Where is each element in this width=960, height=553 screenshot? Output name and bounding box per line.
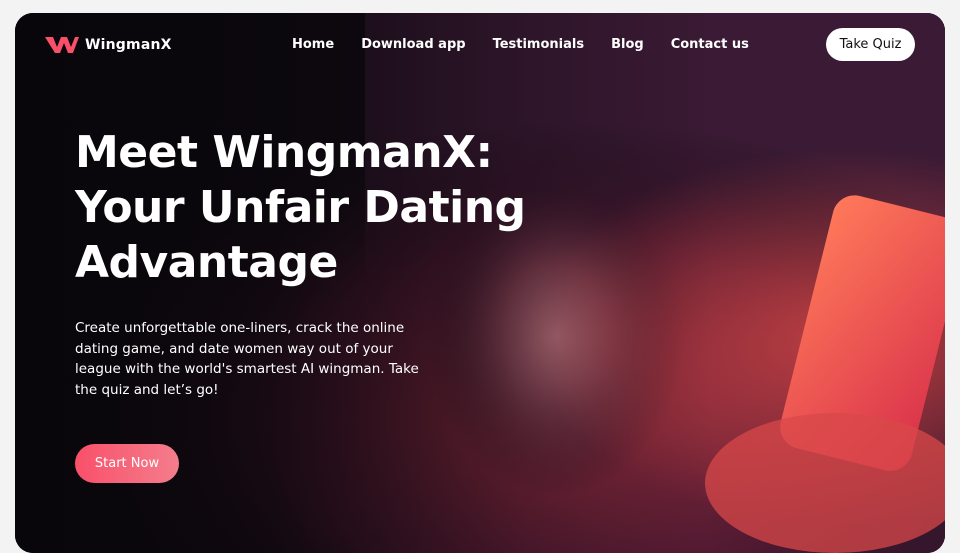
brand-name: WingmanX [85, 37, 172, 53]
nav-link-home[interactable]: Home [292, 37, 334, 52]
nav-link-download-app[interactable]: Download app [361, 37, 465, 52]
take-quiz-button[interactable]: Take Quiz [826, 28, 915, 61]
start-now-button[interactable]: Start Now [75, 444, 179, 483]
nav-menu: Home Download app Testimonials Blog Cont… [292, 37, 749, 52]
hero-section: WingmanX Home Download app Testimonials … [15, 13, 945, 553]
nav-link-testimonials[interactable]: Testimonials [493, 37, 585, 52]
top-navigation: WingmanX Home Download app Testimonials … [15, 13, 945, 75]
brand-logo[interactable]: WingmanX [45, 35, 172, 55]
hero-headline: Meet WingmanX: Your Unfair Dating Advant… [75, 125, 545, 290]
wingmanx-logo-icon [45, 37, 79, 53]
nav-link-contact-us[interactable]: Contact us [671, 37, 749, 52]
headline-line-3: Advantage [75, 237, 338, 288]
headline-line-1: Meet WingmanX: [75, 127, 493, 178]
nav-link-blog[interactable]: Blog [611, 37, 644, 52]
hero-subtext: Create unforgettable one-liners, crack t… [75, 320, 419, 398]
headline-line-2: Your Unfair Dating [75, 182, 526, 233]
